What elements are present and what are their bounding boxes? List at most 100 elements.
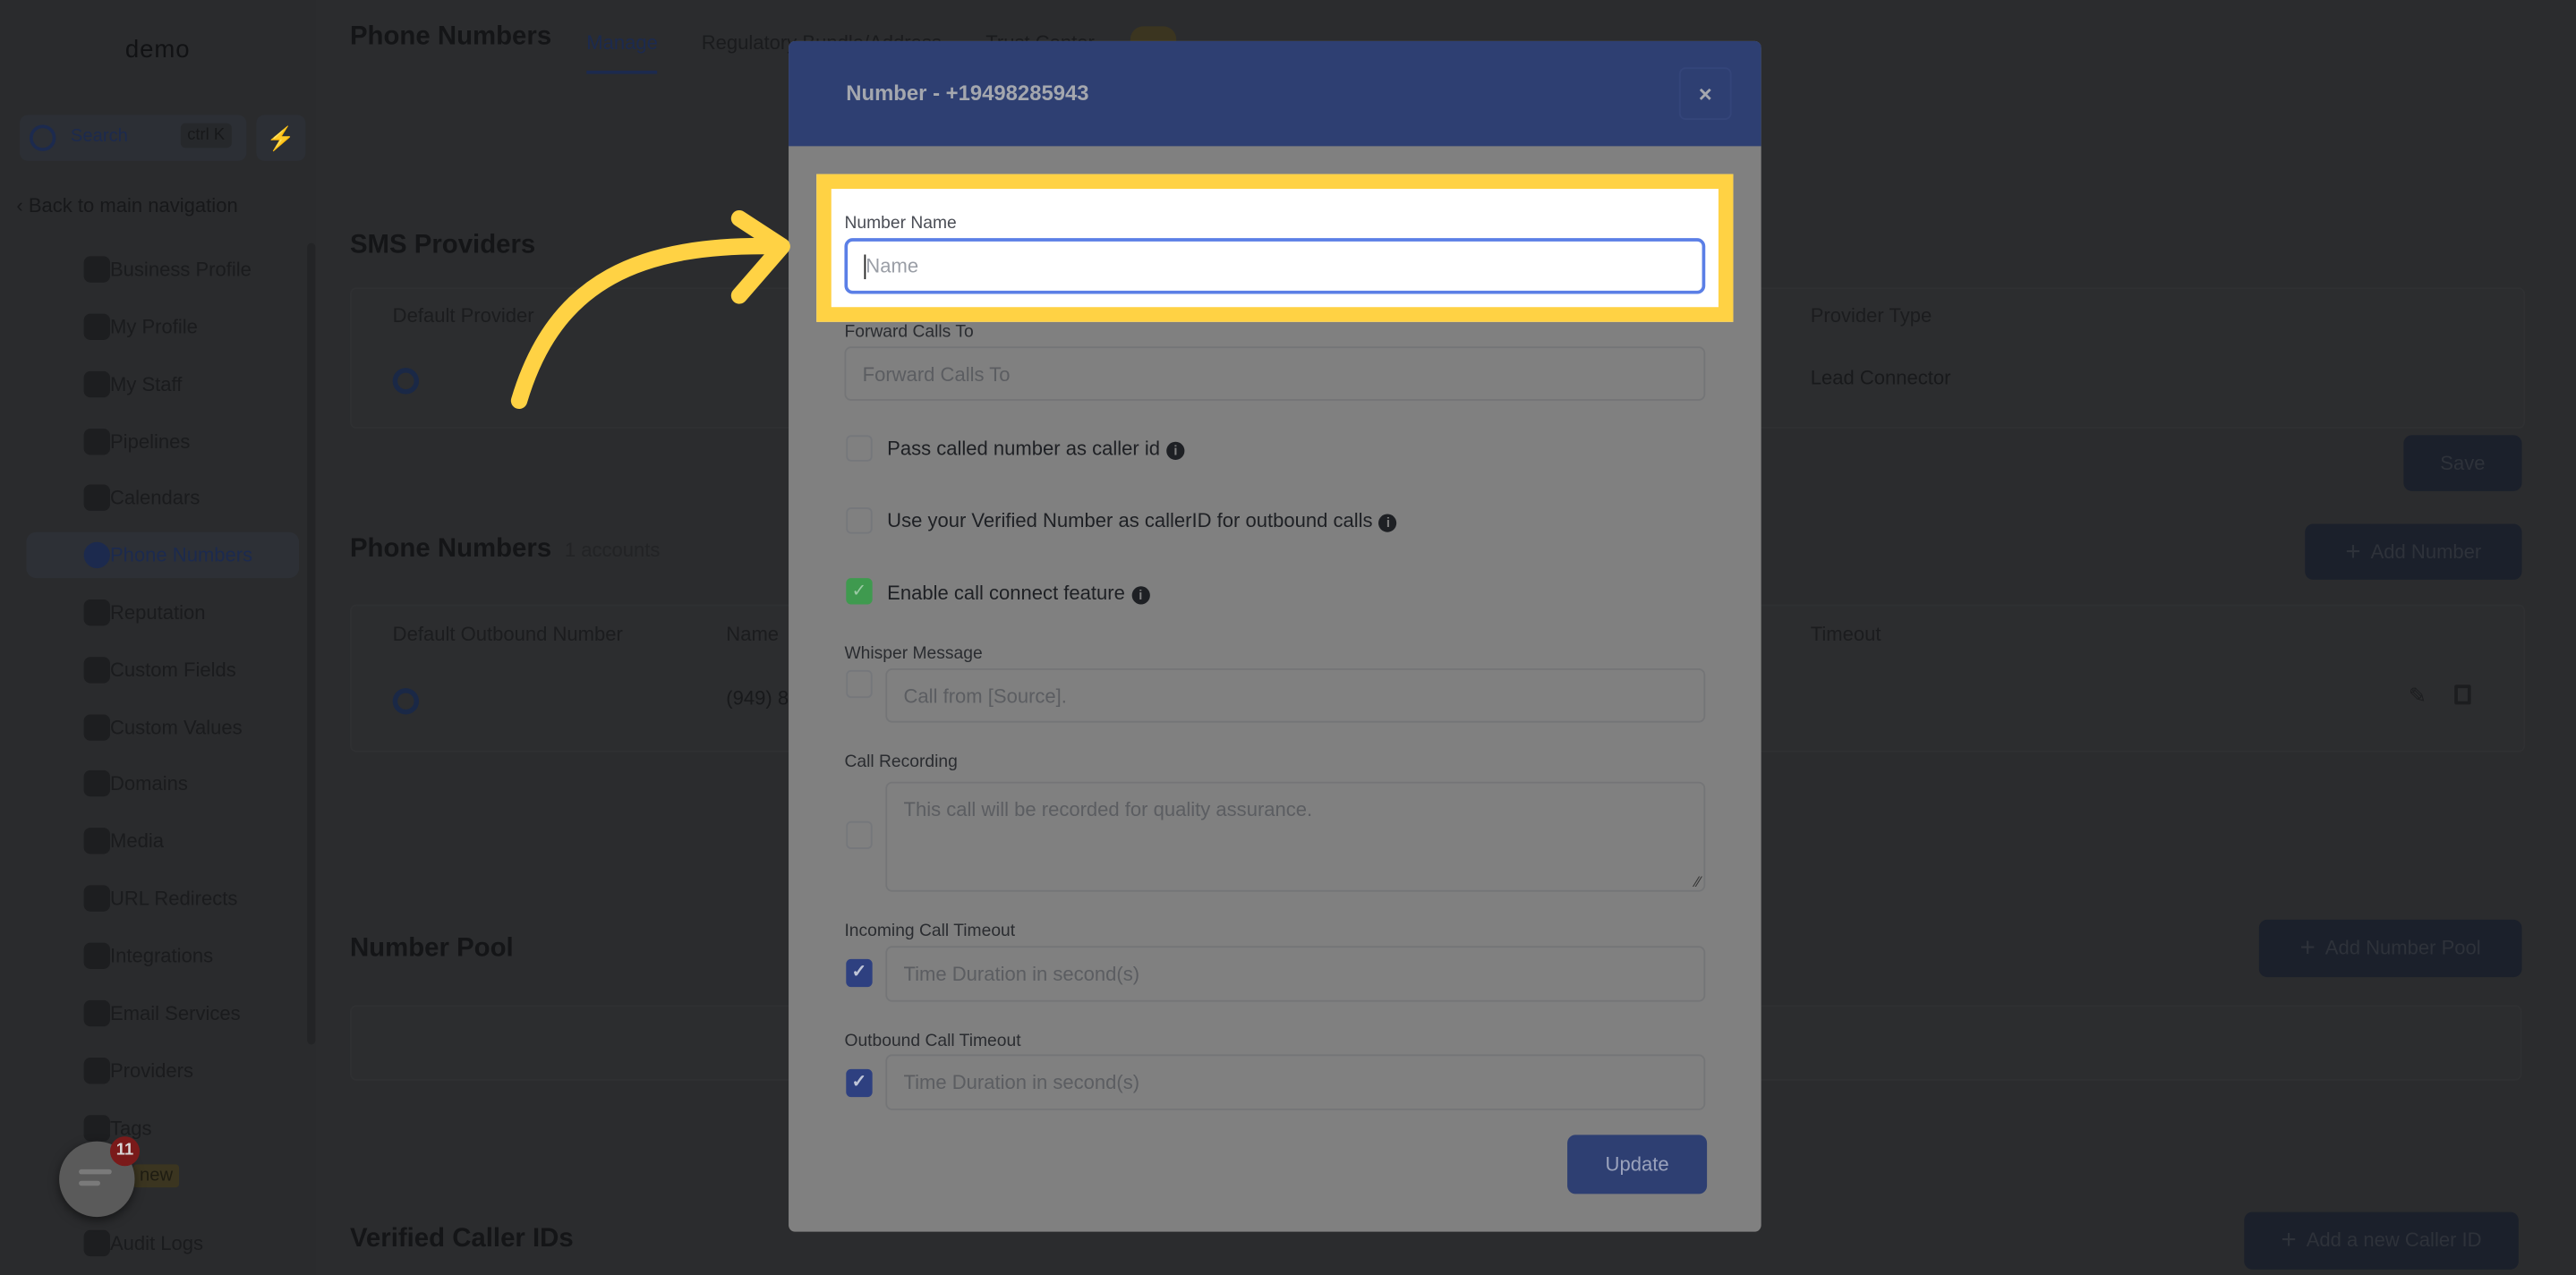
active-tab-indicator — [586, 70, 658, 74]
info-icon[interactable]: i — [1166, 441, 1185, 460]
info-icon[interactable]: i — [1131, 586, 1150, 605]
whisper-message-label: Whisper Message — [844, 643, 983, 664]
resize-handle-icon[interactable]: ⁄⁄ — [1695, 873, 1701, 889]
globe-icon — [83, 769, 110, 797]
sidebar-item-custom-fields[interactable]: Custom Fields — [26, 647, 299, 693]
col-timeout: Timeout — [1810, 622, 1881, 646]
col-provider-type: Provider Type — [1810, 303, 1932, 327]
sms-providers-title: SMS Providers — [349, 231, 536, 260]
verified-number-callerid-checkbox[interactable] — [846, 507, 873, 534]
incoming-placeholder: Time Duration in second(s) — [903, 962, 1140, 986]
incoming-timeout-checkbox[interactable]: ✓ — [846, 958, 873, 988]
info-icon[interactable]: i — [1378, 514, 1398, 532]
sidebar-item-label: URL Redirects — [109, 887, 238, 910]
calendar-icon — [83, 484, 110, 511]
sidebar-item-tags[interactable]: Tags — [26, 1105, 299, 1151]
col-default-outbound: Default Outbound Number — [392, 622, 623, 646]
sidebar-item-label: My Profile — [109, 315, 198, 339]
chevron-left-icon: ‹ — [16, 193, 29, 217]
recording-placeholder: This call will be recorded for quality a… — [903, 798, 1313, 821]
add-caller-id-button[interactable]: + Add a new Caller ID — [2244, 1211, 2519, 1270]
filter-icon — [83, 429, 110, 455]
call-connect-checkbox[interactable]: ✓ — [846, 578, 873, 605]
call-connect-text: Enable call connect feature — [887, 581, 1125, 605]
number-name-placeholder: Name — [866, 254, 919, 278]
whisper-message-input[interactable]: Call from [Source]. — [885, 668, 1706, 723]
sidebar-item-label: My Staff — [109, 372, 183, 396]
plus-icon: + — [2299, 934, 2316, 963]
accounts-count: 1 accounts — [564, 539, 661, 562]
sidebar-item-calendars[interactable]: Calendars — [26, 474, 299, 520]
close-icon: × — [1698, 80, 1712, 107]
sidebar-item-business-profile[interactable]: Business Profile — [26, 246, 299, 292]
verified-caller-text: Use your Verified Number as callerID for… — [887, 509, 1373, 532]
sidebar-item-integrations[interactable]: Integrations — [26, 933, 299, 979]
new-badge: new — [132, 1164, 180, 1188]
phone-numbers-title: Phone Numbers 1 accounts — [350, 535, 660, 565]
email-icon — [83, 999, 110, 1027]
sidebar-item-pipelines[interactable]: Pipelines — [26, 419, 299, 464]
sidebar-scrollbar[interactable] — [307, 242, 316, 1045]
default-outbound-radio[interactable] — [392, 688, 420, 715]
search-button[interactable]: Search ctrl K — [20, 115, 247, 161]
call-recording-textarea[interactable]: This call will be recorded for quality a… — [885, 781, 1706, 892]
trash-icon[interactable] — [2454, 684, 2471, 705]
whisper-message-checkbox[interactable] — [846, 669, 873, 699]
redirect-icon — [83, 885, 110, 912]
sidebar-item-providers[interactable]: Providers — [26, 1048, 299, 1093]
add-number-label: Add Number — [2370, 540, 2482, 564]
edit-icon[interactable]: ✎ — [2409, 684, 2427, 710]
verified-caller-ids-title: Verified Caller IDs — [349, 1225, 574, 1254]
plus-icon: + — [2345, 539, 2361, 567]
default-provider-radio[interactable] — [392, 368, 420, 395]
sidebar-item-email-services[interactable]: Email Services — [26, 990, 299, 1036]
add-number-pool-button[interactable]: + Add Number Pool — [2258, 919, 2522, 978]
incoming-timeout-input[interactable]: Time Duration in second(s) — [885, 946, 1706, 1002]
add-number-button[interactable]: + Add Number — [2305, 523, 2522, 580]
outbound-timeout-input[interactable]: Time Duration in second(s) — [885, 1054, 1706, 1110]
number-name-input[interactable]: Name — [844, 238, 1706, 294]
pass-called-number-checkbox[interactable] — [846, 435, 873, 462]
back-to-main-navigation[interactable]: ‹ Back to main navigation — [16, 194, 237, 217]
call-connect-label: Enable call connect feature i — [887, 581, 1150, 605]
tab-manage[interactable]: Manage — [586, 31, 658, 55]
forward-calls-input[interactable]: Forward Calls To — [844, 346, 1706, 401]
call-recording-checkbox[interactable] — [846, 820, 873, 849]
media-icon — [83, 828, 110, 854]
close-button[interactable]: × — [1678, 67, 1732, 120]
forward-calls-label: Forward Calls To — [844, 321, 974, 342]
sidebar: demo Search ctrl K ⚡ ‹ Back to main navi… — [0, 0, 316, 1275]
user-circle-icon — [83, 313, 110, 340]
col-default-provider: Default Provider — [392, 303, 534, 327]
sidebar-item-label: Custom Values — [109, 716, 243, 739]
forward-calls-placeholder: Forward Calls To — [862, 362, 1011, 387]
sidebar-item-url-redirects[interactable]: URL Redirects — [26, 875, 299, 921]
sidebar-item-label: Calendars — [109, 486, 200, 510]
pass-called-number-label: Pass called number as caller id i — [887, 437, 1185, 460]
sidebar-item-audit-logs[interactable]: Audit Logs — [26, 1220, 299, 1266]
sidebar-item-phone-numbers[interactable]: Phone Numbers — [26, 531, 300, 579]
phone-numbers-heading: Phone Numbers — [349, 535, 552, 564]
search-shortcut: ctrl K — [180, 123, 232, 149]
sidebar-item-reputation[interactable]: Reputation — [26, 590, 299, 635]
logo: demo — [124, 36, 191, 64]
sidebar-item-my-profile[interactable]: My Profile — [26, 304, 299, 350]
quick-actions-button[interactable]: ⚡ — [256, 115, 306, 161]
outbound-timeout-checkbox[interactable]: ✓ — [846, 1068, 873, 1098]
chat-notification-badge: 11 — [109, 1136, 141, 1167]
incoming-timeout-label: Incoming Call Timeout — [844, 921, 1016, 941]
verified-number-callerid-label: Use your Verified Number as callerID for… — [887, 509, 1398, 532]
sidebar-item-media[interactable]: Media — [26, 818, 299, 863]
update-button[interactable]: Update — [1567, 1135, 1708, 1194]
sidebar-item-domains[interactable]: Domains — [26, 761, 299, 806]
number-pool-title: Number Pool — [349, 934, 514, 963]
sidebar-item-label: Pipelines — [109, 429, 191, 454]
sidebar-item-label: Tags — [109, 1117, 152, 1140]
sidebar-item-my-staff[interactable]: My Staff — [26, 361, 299, 407]
whisper-placeholder: Call from [Source]. — [903, 684, 1067, 709]
chat-icon — [79, 1169, 112, 1175]
col-name: Name — [726, 622, 780, 646]
save-button[interactable]: Save — [2403, 435, 2522, 491]
page-title: Phone Numbers — [349, 22, 552, 51]
sidebar-item-custom-values[interactable]: Custom Values — [26, 704, 299, 750]
